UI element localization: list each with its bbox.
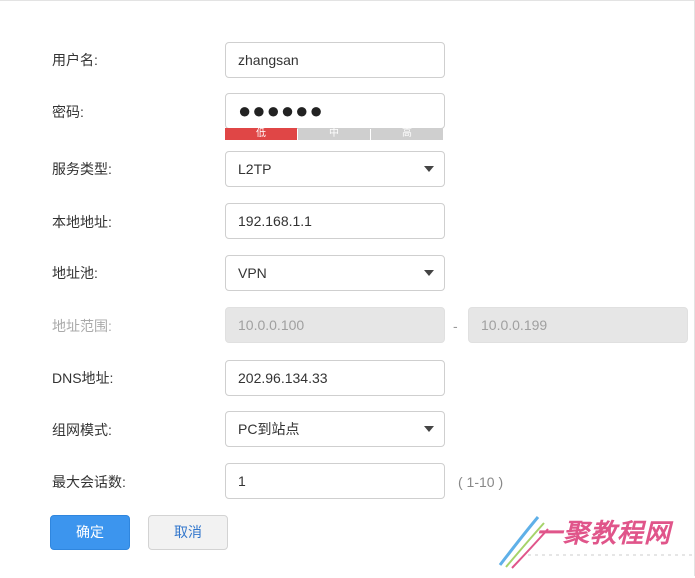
service-type-label: 服务类型: bbox=[52, 161, 112, 177]
address-range-separator: - bbox=[453, 318, 458, 334]
service-type-select[interactable]: L2TP bbox=[225, 151, 445, 187]
address-pool-value: VPN bbox=[238, 265, 267, 281]
local-address-input[interactable]: 192.168.1.1 bbox=[225, 203, 445, 239]
dns-address-input[interactable]: 202.96.134.33 bbox=[225, 360, 445, 396]
service-type-value: L2TP bbox=[238, 161, 272, 177]
strength-high: 高 bbox=[371, 128, 443, 140]
address-range-start-value: 10.0.0.100 bbox=[238, 317, 305, 333]
strength-mid: 中 bbox=[298, 128, 370, 140]
username-value: zhangsan bbox=[238, 52, 299, 68]
dns-address-label: DNS地址: bbox=[52, 370, 114, 386]
cancel-button[interactable]: 取消 bbox=[148, 515, 228, 550]
max-sessions-input[interactable]: 1 bbox=[225, 463, 445, 499]
password-strength-meter: 低 中 高 bbox=[225, 128, 443, 140]
address-range-end-input: 10.0.0.199 bbox=[468, 307, 688, 343]
watermark-text: 一聚教程网 bbox=[536, 519, 672, 549]
password-label: 密码: bbox=[52, 104, 84, 120]
strength-low: 低 bbox=[225, 128, 297, 140]
address-pool-label: 地址池: bbox=[52, 265, 98, 281]
max-sessions-value: 1 bbox=[238, 473, 246, 489]
confirm-button[interactable]: 确定 bbox=[50, 515, 130, 550]
chevron-down-icon bbox=[424, 270, 434, 276]
max-sessions-label: 最大会话数: bbox=[52, 474, 126, 490]
password-masked-value: ●●●●●● bbox=[238, 98, 324, 123]
top-border bbox=[0, 0, 695, 1]
network-mode-select[interactable]: PC到站点 bbox=[225, 411, 445, 447]
local-address-label: 本地地址: bbox=[52, 214, 112, 230]
address-range-label: 地址范围: bbox=[52, 318, 112, 334]
address-range-end-value: 10.0.0.199 bbox=[481, 317, 548, 333]
password-input[interactable]: ●●●●●● bbox=[225, 93, 445, 129]
watermark-logo: 一聚教程网 bbox=[498, 505, 693, 573]
username-label: 用户名: bbox=[52, 52, 98, 68]
dns-address-value: 202.96.134.33 bbox=[238, 370, 328, 386]
chevron-down-icon bbox=[424, 426, 434, 432]
username-input[interactable]: zhangsan bbox=[225, 42, 445, 78]
address-range-start-input: 10.0.0.100 bbox=[225, 307, 445, 343]
address-pool-select[interactable]: VPN bbox=[225, 255, 445, 291]
network-mode-label: 组网模式: bbox=[52, 422, 112, 438]
network-mode-value: PC到站点 bbox=[238, 421, 300, 437]
local-address-value: 192.168.1.1 bbox=[238, 213, 312, 229]
max-sessions-range-hint: ( 1-10 ) bbox=[458, 474, 504, 490]
chevron-down-icon bbox=[424, 166, 434, 172]
